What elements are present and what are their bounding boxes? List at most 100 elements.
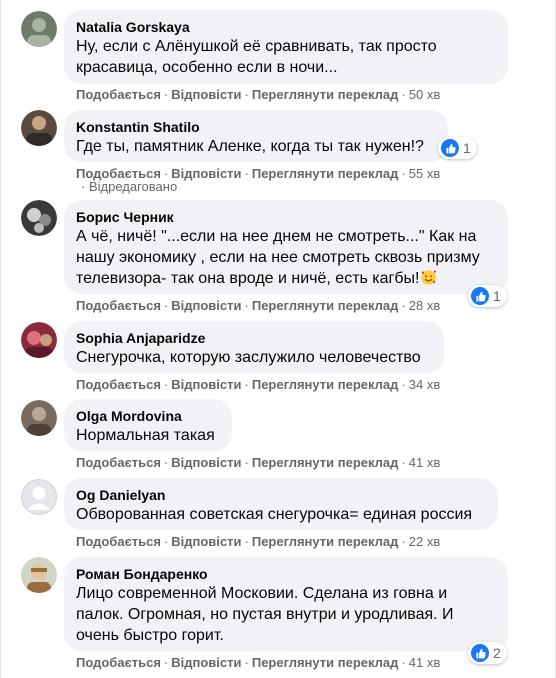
comment-text-line: Лицо современной Московии. Сделана из го… [76, 585, 448, 602]
comment-text-line: Ну, если с Алёнушкой её сравнивать, так … [76, 38, 437, 55]
comment-text-line: телевизора- так она вроде и ничё, есть к… [76, 268, 496, 289]
comment-timestamp[interactable]: 28 хв [409, 298, 440, 313]
comment-text: Где ты, памятник Аленке, когда ты так ну… [76, 138, 424, 155]
see-translation-button[interactable]: Переглянути переклад [252, 655, 399, 670]
avatar[interactable] [21, 557, 57, 593]
separator: · [163, 534, 169, 549]
separator: · [401, 166, 406, 181]
reply-button[interactable]: Відповісти [171, 377, 241, 392]
reaction-count-value: 2 [493, 645, 501, 661]
edited-label[interactable]: · Відредаговано [81, 180, 177, 194]
separator: · [401, 87, 406, 102]
reaction-count-value: 1 [463, 140, 471, 156]
see-translation-button[interactable]: Переглянути переклад [252, 298, 399, 313]
separator: · [163, 655, 169, 670]
comment-text: Снегурочка, которую заслужило человечест… [76, 349, 421, 366]
separator: · [163, 377, 169, 392]
separator: · [81, 179, 86, 194]
separator: · [244, 377, 249, 392]
avatar[interactable] [21, 110, 57, 146]
comments-panel: Natalia Gorskaya Ну, если с Алёнушкой её… [0, 0, 556, 678]
comment-text: Нормальная такая [76, 427, 215, 444]
comment-text-line: красавица, особенно если в ночи... [76, 59, 338, 76]
comment-bubble: Sophia Anjaparidze Снегурочка, которую з… [64, 321, 444, 373]
comment-actions: Подобається · Відповісти · Переглянути перек… [76, 377, 440, 393]
comment-author[interactable]: Og Danielyan [76, 486, 486, 504]
see-translation-button[interactable]: Переглянути переклад [252, 87, 399, 102]
separator: · [401, 534, 406, 549]
see-translation-button[interactable]: Переглянути переклад [252, 166, 399, 181]
comment-bubble: Роман Бондаренко Лицо современной Москов… [64, 557, 508, 651]
comment-timestamp[interactable]: 41 хв [409, 455, 440, 470]
comment-text-fragment: телевизора- так она вроде и ничё, есть к… [76, 270, 420, 287]
edited-text[interactable]: Відредаговано [89, 179, 177, 194]
separator: · [401, 298, 406, 313]
comment-author[interactable]: Роман Бондаренко [76, 565, 496, 583]
like-button[interactable]: Подобається [76, 87, 161, 102]
reaction-count-value: 1 [493, 288, 501, 304]
see-translation-button[interactable]: Переглянути переклад [252, 377, 399, 392]
comment-timestamp[interactable]: 55 хв [409, 166, 440, 181]
reaction-count[interactable]: 1 [468, 285, 507, 307]
comment-timestamp[interactable]: 22 хв [409, 534, 440, 549]
comment-bubble: Natalia Gorskaya Ну, если с Алёнушкой её… [64, 10, 508, 84]
see-translation-button[interactable]: Переглянути переклад [252, 455, 399, 470]
reply-button[interactable]: Відповісти [171, 166, 241, 181]
comment-timestamp[interactable]: 50 хв [409, 87, 440, 102]
avatar[interactable] [21, 322, 57, 358]
separator: · [244, 455, 249, 470]
reply-button[interactable]: Відповісти [171, 455, 241, 470]
comment-actions: Подобається · Відповісти · Переглянути перек… [76, 455, 440, 471]
separator: · [401, 655, 406, 670]
separator: · [244, 298, 249, 313]
comment-text-line: нашу экономику , если на нее смотреть ск… [76, 249, 480, 266]
comment-author[interactable]: Konstantin Shatilo [76, 118, 436, 136]
like-button[interactable]: Подобається [76, 455, 161, 470]
separator: · [401, 377, 406, 392]
like-button[interactable]: Подобається [76, 298, 161, 313]
like-icon [471, 644, 489, 662]
comment-actions: Подобається · Відповісти · Переглянути перек… [76, 655, 440, 671]
reply-button[interactable]: Відповісти [171, 534, 241, 549]
like-button[interactable]: Подобається [76, 655, 161, 670]
comment-author[interactable]: Борис Черник [76, 208, 496, 226]
comment-timestamp[interactable]: 41 хв [409, 655, 440, 670]
comment-bubble: Konstantin Shatilo Где ты, памятник Ален… [64, 110, 448, 162]
comment-bubble: Борис Черник А чё, ничё! "...если на нее… [64, 200, 508, 294]
comment-text: Обворованная советская снегурочка= едина… [76, 506, 473, 523]
comment-author[interactable]: Sophia Anjaparidze [76, 329, 432, 347]
comment-author[interactable]: Natalia Gorskaya [76, 18, 496, 36]
see-translation-button[interactable]: Переглянути переклад [252, 534, 399, 549]
reaction-count[interactable]: 1 [438, 137, 477, 159]
comment-bubble: Olga Mordovina Нормальная такая [64, 399, 232, 451]
avatar[interactable] [21, 479, 57, 515]
like-icon [441, 139, 459, 157]
comment-text-line: палок. Огромная, но пустая внутри и урод… [76, 606, 454, 623]
avatar[interactable] [21, 11, 57, 47]
separator: · [244, 534, 249, 549]
reaction-count[interactable]: 2 [468, 642, 507, 664]
comment-actions: Подобається · Відповісти · Переглянути перек… [76, 298, 440, 314]
comment-actions: Подобається · Відповісти · Переглянути перек… [76, 534, 440, 550]
reply-button[interactable]: Відповісти [171, 655, 241, 670]
like-button[interactable]: Подобається [76, 534, 161, 549]
comment-author[interactable]: Olga Mordovina [76, 407, 220, 425]
comment-bubble: Og Danielyan Обворованная советская снег… [64, 478, 498, 530]
separator: · [401, 455, 406, 470]
separator: · [244, 655, 249, 670]
comment-timestamp[interactable]: 34 хв [409, 377, 440, 392]
separator: · [244, 166, 249, 181]
separator: · [163, 87, 169, 102]
comment-text-line: А чё, ничё! "...если на нее днем не смот… [76, 228, 477, 245]
comment-actions: Подобається · Відповісти · Переглянути перек… [76, 87, 440, 103]
comment-text-line: очень быстро горит. [76, 627, 224, 644]
avatar[interactable] [21, 400, 57, 436]
separator: · [163, 298, 169, 313]
like-icon [471, 287, 489, 305]
reply-button[interactable]: Відповісти [171, 87, 241, 102]
reply-button[interactable]: Відповісти [171, 298, 241, 313]
like-button[interactable]: Подобається [76, 377, 161, 392]
avatar[interactable] [21, 200, 57, 236]
separator: · [244, 87, 249, 102]
smiling-face-with-hearts-icon [420, 270, 436, 285]
